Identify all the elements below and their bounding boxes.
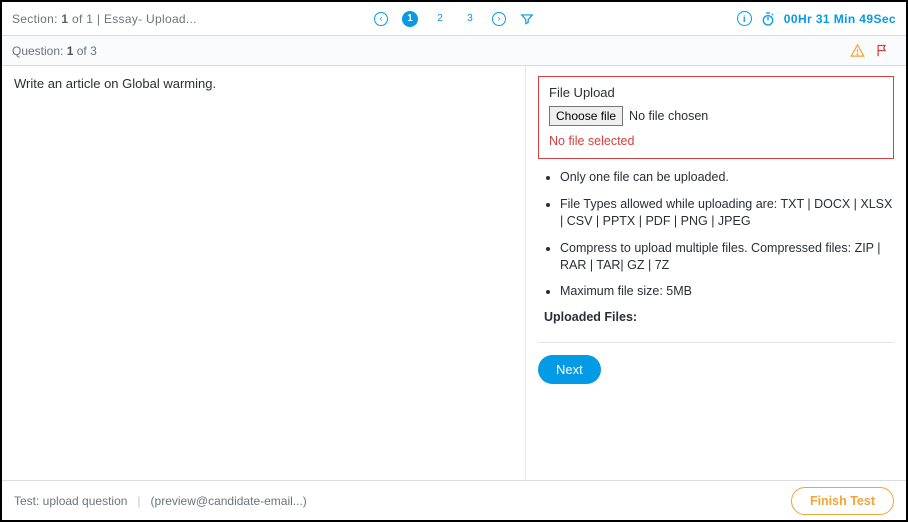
- file-upload-box: File Upload Choose file No file chosen N…: [538, 76, 894, 159]
- file-upload-title: File Upload: [549, 85, 883, 100]
- finish-test-button[interactable]: Finish Test: [791, 487, 894, 515]
- footer-separator: |: [137, 494, 140, 508]
- upload-rule: Only one file can be uploaded.: [560, 169, 894, 186]
- question-nav: ‹ 1 2 3 ›: [374, 11, 534, 27]
- question-prefix: Question:: [12, 44, 67, 58]
- footer-bar: Test: upload question | (preview@candida…: [2, 480, 906, 520]
- answer-panel: File Upload Choose file No file chosen N…: [526, 66, 906, 480]
- question-total: 3: [90, 44, 97, 58]
- nav-page-1[interactable]: 1: [402, 11, 418, 27]
- top-bar: Section: 1 of 1 | Essay- Upload... ‹ 1 2…: [2, 2, 906, 36]
- stopwatch-icon: [760, 11, 776, 27]
- question-counter: Question: 1 of 3: [12, 44, 97, 58]
- upload-rule: Compress to upload multiple files. Compr…: [560, 240, 894, 274]
- divider: [538, 342, 894, 343]
- upload-rule: Maximum file size: 5MB: [560, 283, 894, 300]
- nav-page-3[interactable]: 3: [462, 11, 478, 27]
- uploaded-files-label: Uploaded Files:: [544, 310, 894, 324]
- warning-icon[interactable]: [850, 43, 865, 58]
- no-file-chosen-text: No file chosen: [629, 109, 708, 123]
- nav-next-button[interactable]: ›: [492, 12, 506, 26]
- timer-text: 00Hr 31 Min 49Sec: [784, 12, 896, 26]
- section-divider: |: [93, 12, 104, 26]
- next-button[interactable]: Next: [538, 355, 601, 384]
- chevron-left-icon: ‹: [380, 14, 383, 23]
- question-of: of: [73, 44, 90, 58]
- upload-rule: File Types allowed while uploading are: …: [560, 196, 894, 230]
- question-panel: Write an article on Global warming.: [2, 66, 526, 480]
- upload-rules-list: Only one file can be uploaded. File Type…: [538, 169, 894, 300]
- nav-page-2[interactable]: 2: [432, 11, 448, 27]
- candidate-email: (preview@candidate-email...): [151, 494, 307, 508]
- filter-icon[interactable]: [520, 12, 534, 26]
- section-label: Section: 1 of 1 | Essay- Upload...: [12, 12, 197, 26]
- main-content: Write an article on Global warming. File…: [2, 66, 906, 480]
- question-header: Question: 1 of 3: [2, 36, 906, 66]
- choose-file-button[interactable]: Choose file: [549, 106, 623, 126]
- file-input-row: Choose file No file chosen: [549, 106, 883, 126]
- question-text: Write an article on Global warming.: [14, 76, 513, 91]
- section-of: of: [68, 12, 86, 26]
- nav-prev-button[interactable]: ‹: [374, 12, 388, 26]
- section-name: Essay- Upload...: [104, 12, 197, 26]
- info-icon[interactable]: i: [737, 11, 752, 26]
- chevron-right-icon: ›: [498, 14, 501, 23]
- timer-area: i 00Hr 31 Min 49Sec: [737, 11, 896, 27]
- no-file-selected-text: No file selected: [549, 134, 883, 148]
- section-prefix: Section:: [12, 12, 61, 26]
- test-name: Test: upload question: [14, 494, 127, 508]
- flag-icon[interactable]: [875, 43, 890, 58]
